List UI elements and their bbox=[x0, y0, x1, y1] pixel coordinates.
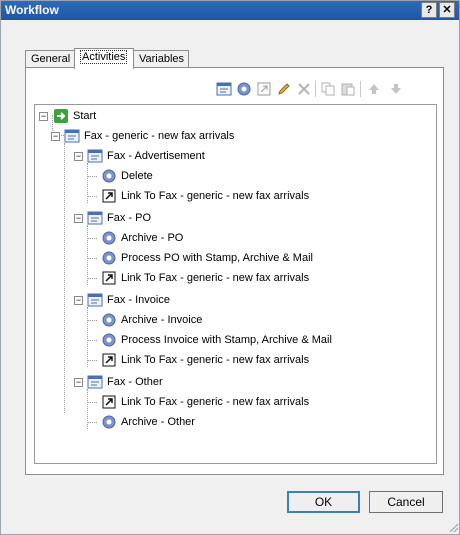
help-button[interactable]: ? bbox=[421, 2, 437, 18]
tree-node-activity[interactable]: Delete bbox=[87, 167, 397, 185]
activity-group-icon bbox=[87, 149, 103, 163]
collapse-toggle[interactable]: − bbox=[74, 214, 83, 223]
title-bar: Workflow ? ✕ bbox=[1, 1, 459, 20]
activities-panel: − Start − Fax - generic - new fax arriva… bbox=[25, 67, 444, 475]
tree-connector bbox=[64, 143, 65, 413]
cancel-button[interactable]: Cancel bbox=[369, 491, 443, 513]
tree-node-label: Link To Fax - generic - new fax arrivals bbox=[121, 272, 310, 284]
paste-icon[interactable] bbox=[340, 81, 356, 97]
add-link-icon[interactable] bbox=[256, 81, 272, 97]
activity-gear-icon bbox=[102, 231, 116, 245]
copy-icon[interactable] bbox=[320, 81, 336, 97]
close-button[interactable]: ✕ bbox=[439, 2, 455, 18]
tree-node-activity[interactable]: Archive - Invoice bbox=[87, 311, 397, 329]
tab-variables-label: Variables bbox=[139, 53, 185, 65]
tree-node-label: Fax - Invoice bbox=[107, 294, 170, 306]
tree-node-label: Process PO with Stamp, Archive & Mail bbox=[121, 252, 313, 264]
tree-node-link[interactable]: Link To Fax - generic - new fax arrivals bbox=[87, 187, 397, 205]
collapse-toggle[interactable]: − bbox=[74, 296, 83, 305]
tree-node-label: Link To Fax - generic - new fax arrivals bbox=[121, 354, 310, 366]
tree-connector bbox=[87, 163, 88, 203]
tree-node-label: Archive - PO bbox=[121, 232, 184, 244]
tree-connector bbox=[87, 307, 88, 367]
link-icon bbox=[102, 353, 116, 367]
link-icon bbox=[102, 271, 116, 285]
activity-group-icon bbox=[64, 129, 80, 143]
toolbar bbox=[212, 79, 442, 99]
tab-activities-label: Activities bbox=[80, 50, 128, 64]
tab-activities[interactable]: Activities bbox=[74, 48, 134, 69]
resize-grip-icon[interactable] bbox=[447, 521, 459, 533]
ok-button[interactable]: OK bbox=[287, 491, 360, 513]
tree-node-activity[interactable]: Archive - Other bbox=[87, 413, 397, 431]
delete-x-icon[interactable] bbox=[296, 81, 312, 97]
tree-node-advertisement[interactable]: − Fax - Advertisement bbox=[74, 147, 374, 165]
tree-node-group[interactable]: − Fax - generic - new fax arrivals bbox=[51, 127, 351, 145]
tree-node-activity[interactable]: Process Invoice with Stamp, Archive & Ma… bbox=[87, 331, 397, 349]
tree-node-label: Delete bbox=[121, 170, 153, 182]
tree-node-label: Fax - PO bbox=[107, 212, 152, 224]
activity-group-icon bbox=[87, 293, 103, 307]
move-down-icon[interactable] bbox=[388, 81, 404, 97]
start-icon bbox=[54, 109, 68, 123]
tab-general-label: General bbox=[31, 53, 71, 65]
activity-gear-icon bbox=[102, 313, 116, 327]
tree-node-label: Start bbox=[73, 110, 97, 122]
workflow-dialog: Workflow ? ✕ General Activities Variable… bbox=[0, 0, 460, 535]
tab-general[interactable]: General bbox=[25, 50, 76, 68]
add-activity-gear-icon[interactable] bbox=[236, 81, 252, 97]
tree-node-label: Process Invoice with Stamp, Archive & Ma… bbox=[121, 334, 332, 346]
tree-node-label: Link To Fax - generic - new fax arrivals bbox=[121, 396, 310, 408]
tree-node-activity[interactable]: Process PO with Stamp, Archive & Mail bbox=[87, 249, 397, 267]
tree-node-link[interactable]: Link To Fax - generic - new fax arrivals bbox=[87, 393, 397, 411]
edit-pencil-icon[interactable] bbox=[276, 81, 292, 97]
activity-gear-icon bbox=[102, 333, 116, 347]
link-icon bbox=[102, 395, 116, 409]
activity-gear-icon bbox=[102, 169, 116, 183]
add-activity-group-icon[interactable] bbox=[216, 81, 232, 97]
tree-node-label: Archive - Other bbox=[121, 416, 195, 428]
tree-node-label: Archive - Invoice bbox=[121, 314, 203, 326]
activity-group-icon bbox=[87, 211, 103, 225]
toolbar-separator bbox=[315, 81, 316, 97]
tree-node-invoice[interactable]: − Fax - Invoice bbox=[74, 291, 374, 309]
collapse-toggle[interactable]: − bbox=[74, 152, 83, 161]
toolbar-separator bbox=[360, 81, 361, 97]
tree-node-po[interactable]: − Fax - PO bbox=[74, 209, 374, 227]
tree-node-activity[interactable]: Archive - PO bbox=[87, 229, 397, 247]
collapse-toggle[interactable]: − bbox=[51, 132, 60, 141]
window-title: Workflow bbox=[5, 3, 59, 17]
tree-node-label: Fax - generic - new fax arrivals bbox=[84, 130, 235, 142]
link-icon bbox=[102, 189, 116, 203]
tab-variables[interactable]: Variables bbox=[133, 50, 189, 68]
tree-node-other[interactable]: − Fax - Other bbox=[74, 373, 374, 391]
workflow-tree[interactable]: − Start − Fax - generic - new fax arriva… bbox=[34, 104, 437, 464]
tree-node-link[interactable]: Link To Fax - generic - new fax arrivals bbox=[87, 351, 397, 369]
activity-gear-icon bbox=[102, 251, 116, 265]
tree-node-link[interactable]: Link To Fax - generic - new fax arrivals bbox=[87, 269, 397, 287]
tree-node-label: Fax - Advertisement bbox=[107, 150, 205, 162]
tree-node-label: Fax - Other bbox=[107, 376, 163, 388]
collapse-toggle[interactable]: − bbox=[74, 378, 83, 387]
activity-group-icon bbox=[87, 375, 103, 389]
tree-connector bbox=[87, 225, 88, 285]
activity-gear-icon bbox=[102, 415, 116, 429]
tree-connector bbox=[87, 389, 88, 429]
move-up-icon[interactable] bbox=[366, 81, 382, 97]
collapse-toggle[interactable]: − bbox=[39, 112, 48, 121]
tree-node-label: Link To Fax - generic - new fax arrivals bbox=[121, 190, 310, 202]
tree-node-start[interactable]: − Start bbox=[39, 107, 239, 125]
